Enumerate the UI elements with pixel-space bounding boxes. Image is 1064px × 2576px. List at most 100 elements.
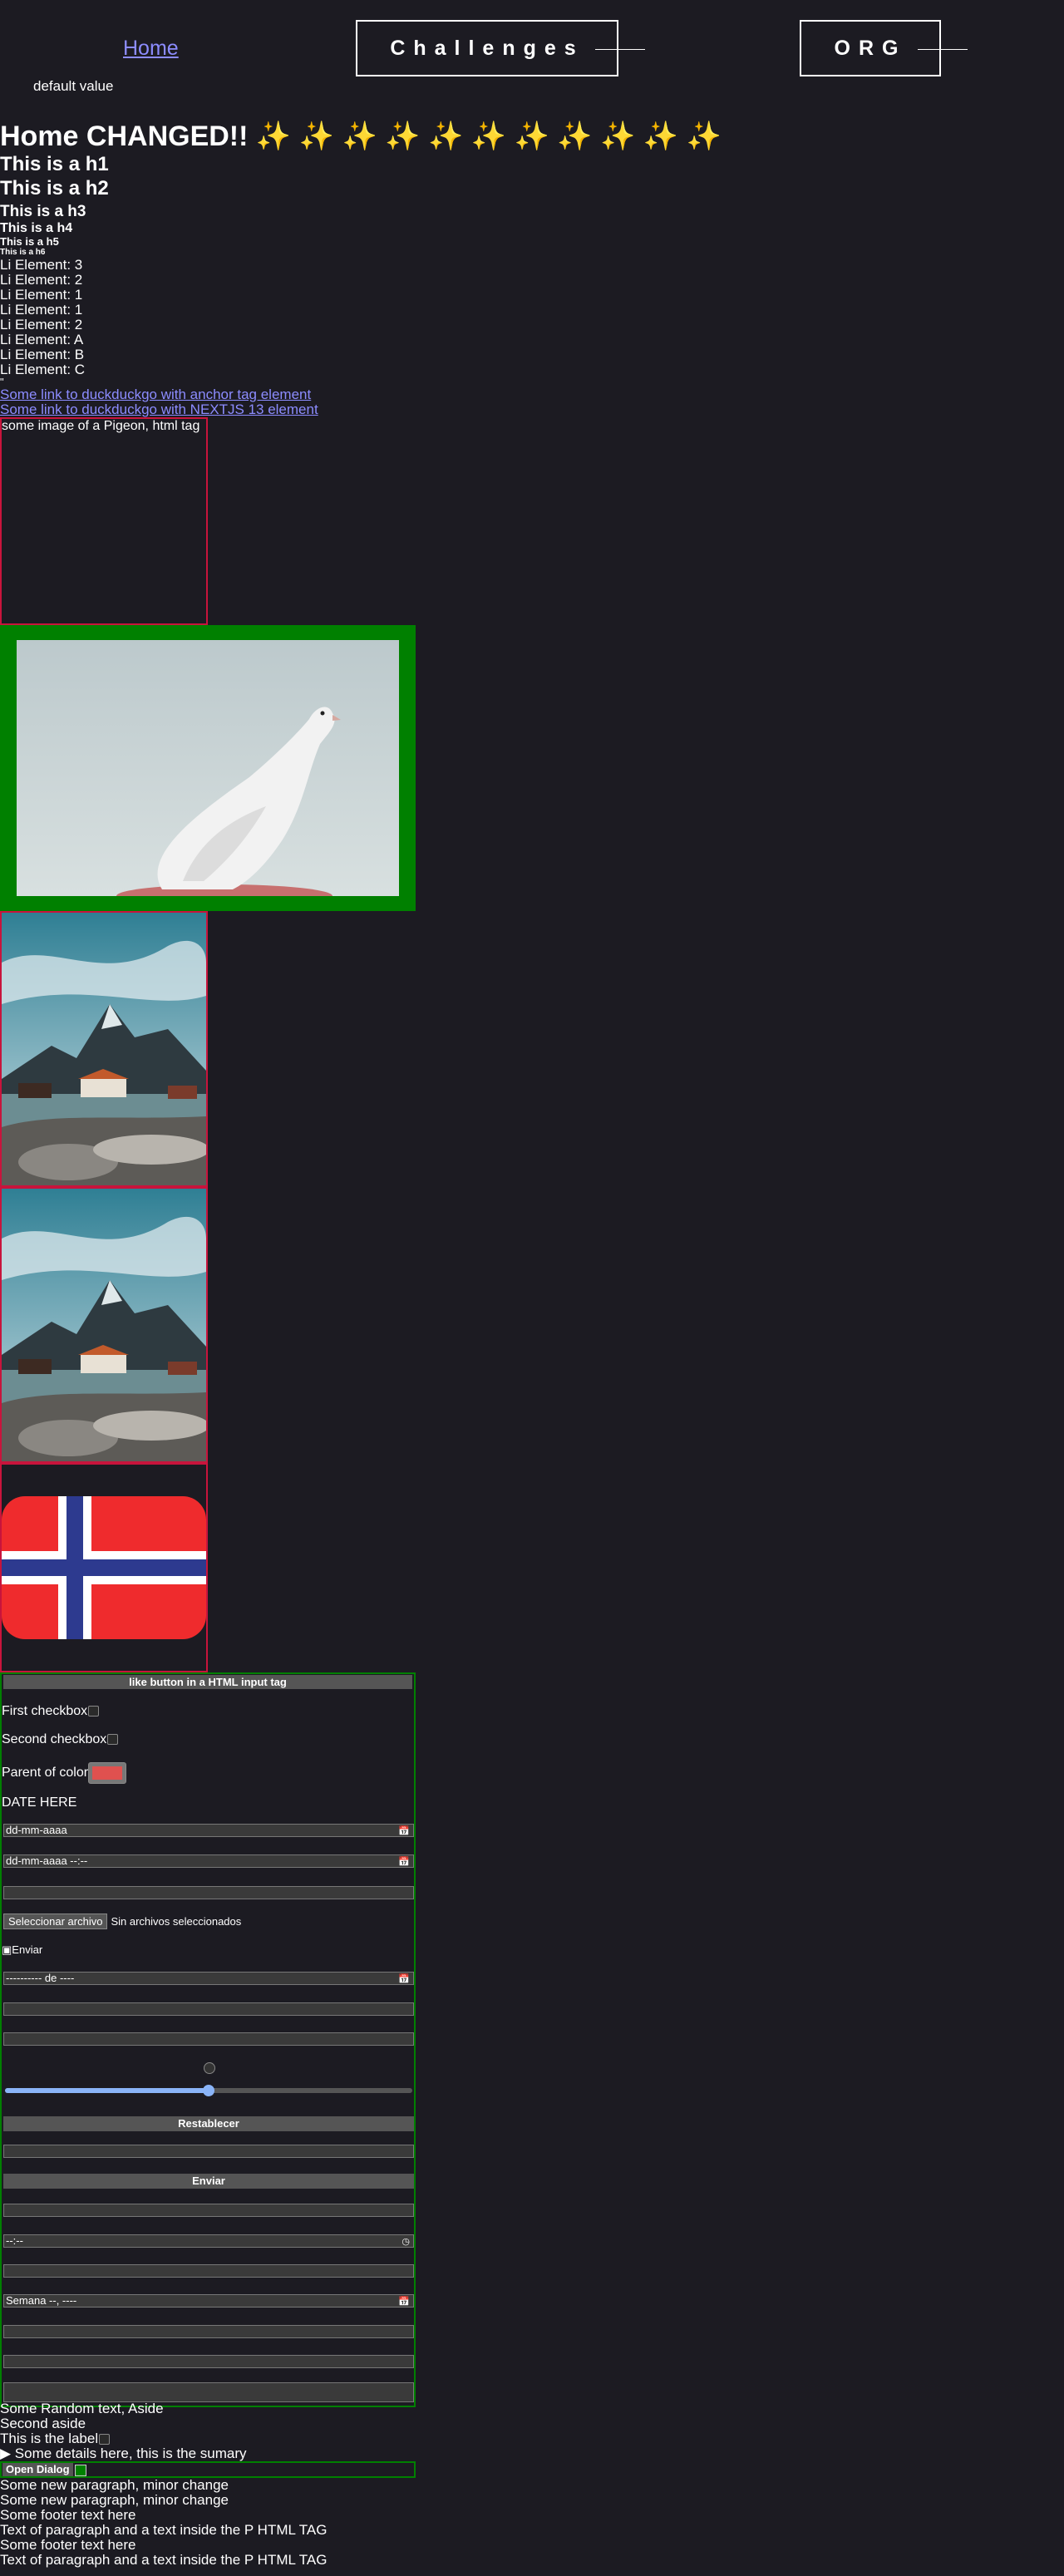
heading-h2: This is a h2 bbox=[0, 177, 109, 199]
color-label: Parent of color bbox=[2, 1766, 89, 1781]
duckduckgo-nextjs-link[interactable]: Some link to duckduckgo with NEXTJS 13 e… bbox=[0, 402, 1064, 417]
color-swatch bbox=[92, 1766, 123, 1780]
week-placeholder: Semana --, ---- bbox=[6, 2294, 77, 2307]
list-item: Li Element: B bbox=[0, 347, 85, 362]
list-item: Li Element: 1 bbox=[0, 287, 83, 303]
time-placeholder: --:-- bbox=[6, 2234, 23, 2247]
aside-text: Some Random text, Aside bbox=[0, 2401, 164, 2416]
paragraph: Some new paragraph, minor change bbox=[0, 2492, 229, 2508]
broken-pigeon-image: some image of a Pigeon, html tag bbox=[0, 417, 208, 625]
list-item: Li Element: 1 bbox=[0, 302, 83, 318]
email-input[interactable] bbox=[3, 1886, 414, 1899]
footer-text: Some footer text here bbox=[0, 2537, 136, 2553]
aside-text: Second aside bbox=[0, 2416, 86, 2431]
time-input[interactable]: --:-- ◷ bbox=[3, 2234, 414, 2248]
page-title: Home CHANGED!! ✨ ✨ ✨ ✨ ✨ ✨ ✨ ✨ ✨ ✨ ✨ bbox=[0, 121, 722, 152]
week-input[interactable]: Semana --, ---- 📅 bbox=[3, 2294, 414, 2308]
default-value-text: default value bbox=[33, 78, 114, 94]
heading-h4: This is a h4 bbox=[0, 221, 73, 235]
pigeon-image-frame bbox=[0, 625, 416, 911]
second-checkbox-row: Second checkbox bbox=[2, 1732, 119, 1747]
file-input[interactable]: Seleccionar archivo Sin archivos seleccio… bbox=[3, 1914, 241, 1929]
number-input[interactable] bbox=[3, 2002, 414, 2016]
footer-section: Some Random text, Aside Second aside Thi… bbox=[0, 2401, 1064, 2568]
submit-button[interactable]: Enviar bbox=[3, 2174, 414, 2189]
date-placeholder: dd-mm-aaaa bbox=[6, 1824, 67, 1836]
date-heading: DATE HERE bbox=[2, 1795, 77, 1810]
heading-h6: This is a h6 bbox=[0, 248, 46, 257]
month-input[interactable]: ---------- de ---- 📅 bbox=[3, 1972, 414, 1985]
open-dialog-button[interactable]: Open Dialog bbox=[2, 2463, 73, 2476]
label-row: This is the label bbox=[0, 2431, 1064, 2446]
first-checkbox-label: First checkbox bbox=[2, 1704, 88, 1718]
footer-text: Some footer text here bbox=[0, 2507, 136, 2523]
textarea[interactable] bbox=[3, 2382, 414, 2402]
clock-icon: ◷ bbox=[401, 2237, 410, 2247]
landscape-photo bbox=[2, 1189, 206, 1461]
reset-button[interactable]: Restablecer bbox=[3, 2116, 414, 2131]
date-input[interactable]: dd-mm-aaaa 📅 bbox=[3, 1824, 414, 1837]
top-nav: Home Challenges ORG default value bbox=[0, 0, 1064, 94]
landscape-photo bbox=[2, 913, 206, 1185]
paragraph: Some new paragraph, minor change bbox=[0, 2477, 229, 2493]
image-submit-button[interactable]: ▣Enviar bbox=[2, 1943, 42, 1957]
second-checkbox[interactable] bbox=[107, 1734, 119, 1746]
color-picker[interactable] bbox=[88, 1762, 127, 1784]
pigeon-photo bbox=[17, 640, 399, 896]
nav-home-link[interactable]: Home bbox=[123, 37, 179, 61]
list-item: Li Element: 3 bbox=[0, 257, 83, 273]
tel-input[interactable] bbox=[3, 2204, 414, 2217]
month-placeholder: ---------- de ---- bbox=[6, 1972, 75, 1984]
search-input[interactable] bbox=[3, 2145, 414, 2158]
first-checkbox-row: First checkbox bbox=[2, 1704, 100, 1719]
nav-divider bbox=[595, 49, 645, 50]
second-checkbox-label: Second checkbox bbox=[2, 1732, 107, 1746]
main-content: Home CHANGED!! ✨ ✨ ✨ ✨ ✨ ✨ ✨ ✨ ✨ ✨ ✨ Thi… bbox=[0, 120, 1064, 2407]
label-text: This is the label bbox=[0, 2431, 99, 2446]
nav-org-button[interactable]: ORG bbox=[800, 20, 941, 76]
dialog-indicator bbox=[74, 2464, 86, 2476]
file-select-button[interactable]: Seleccionar archivo bbox=[3, 1914, 108, 1929]
duckduckgo-anchor-link[interactable]: Some link to duckduckgo with anchor tag … bbox=[0, 387, 1064, 402]
heading-h1: This is a h1 bbox=[0, 153, 109, 175]
list-item: Li Element: C bbox=[0, 362, 86, 377]
list-item: Li Element: 2 bbox=[0, 272, 83, 288]
flag-image bbox=[0, 1463, 208, 1672]
textarea-input[interactable] bbox=[3, 2355, 414, 2368]
list-item: Li Element: A bbox=[0, 332, 84, 347]
first-checkbox[interactable] bbox=[88, 1706, 100, 1717]
paragraph: Text of paragraph and a text inside the … bbox=[0, 2522, 328, 2538]
color-row: Parent of color bbox=[2, 1762, 127, 1784]
range-fill bbox=[5, 2088, 209, 2093]
heading-h5: This is a h5 bbox=[0, 235, 59, 248]
norway-flag-icon bbox=[2, 1496, 206, 1639]
label-checkbox[interactable] bbox=[99, 2434, 111, 2445]
broken-image-icon: ▣ bbox=[2, 1943, 12, 1956]
nav-challenges-button[interactable]: Challenges bbox=[356, 20, 618, 76]
file-status: Sin archivos seleccionados bbox=[111, 1915, 242, 1928]
details-summary[interactable]: ▶ Some details here, this is the sumary bbox=[0, 2446, 1064, 2461]
landscape-image bbox=[0, 1187, 208, 1463]
heading-h3: This is a h3 bbox=[0, 203, 86, 220]
text-input[interactable] bbox=[3, 2264, 414, 2278]
list-item: Li Element: 2 bbox=[0, 317, 83, 332]
datetime-placeholder: dd-mm-aaaa --:-- bbox=[6, 1854, 88, 1867]
datetime-input[interactable]: dd-mm-aaaa --:-- 📅 bbox=[3, 1854, 414, 1868]
image-submit-alt: Enviar bbox=[12, 1943, 43, 1956]
nav-divider bbox=[918, 49, 968, 50]
calendar-icon: 📅 bbox=[398, 2297, 410, 2307]
broken-image-alt-text: some image of a Pigeon, html tag bbox=[2, 419, 200, 433]
calendar-icon: 📅 bbox=[398, 1974, 410, 1984]
range-slider[interactable] bbox=[203, 2085, 214, 2096]
url-input[interactable] bbox=[3, 2325, 414, 2338]
element-list: Li Element: 3 Li Element: 2 Li Element: … bbox=[0, 258, 1064, 377]
radio-button[interactable] bbox=[204, 2062, 215, 2074]
form-container: like button in a HTML input tag First ch… bbox=[0, 1672, 416, 2407]
input-button[interactable]: like button in a HTML input tag bbox=[3, 1675, 412, 1689]
dialog-bar: Open Dialog bbox=[0, 2461, 416, 2478]
landscape-image bbox=[0, 911, 208, 1187]
calendar-icon: 📅 bbox=[398, 1826, 410, 1836]
paragraph: Text of paragraph and a text inside the … bbox=[0, 2552, 328, 2568]
password-input[interactable] bbox=[3, 2032, 414, 2046]
calendar-icon: 📅 bbox=[398, 1857, 410, 1867]
